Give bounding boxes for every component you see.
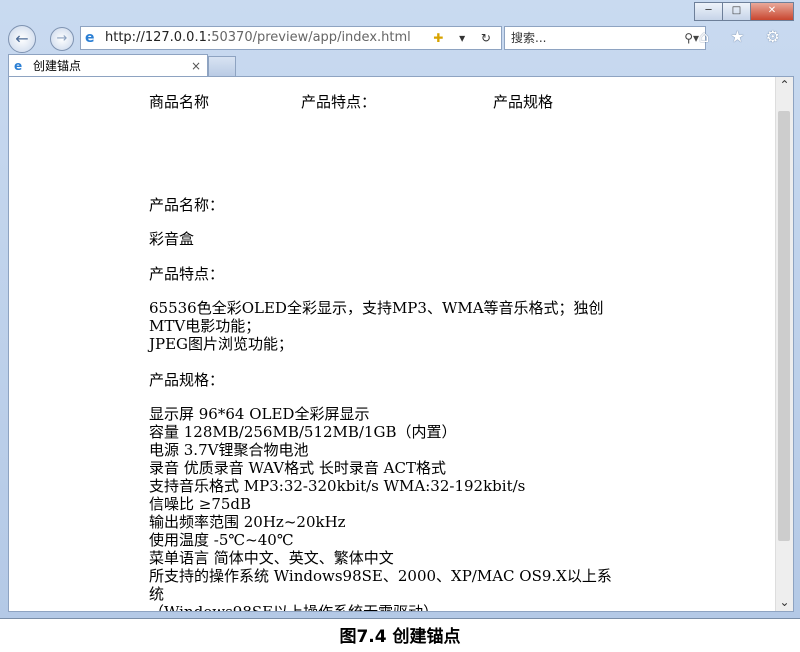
spec-line: 容量 128MB/256MB/512MB/1GB（内置） xyxy=(149,423,457,441)
tab-close-icon[interactable]: × xyxy=(191,55,201,77)
feature-line: 65536色全彩OLED全彩显示，支持MP3、WMA等音乐格式；独创 xyxy=(149,299,604,317)
spec-line: 所支持的操作系统 Windows98SE、2000、XP/MAC OS9.X以上… xyxy=(149,567,612,603)
tab-strip: e 创建锚点 × xyxy=(8,54,792,77)
anchor-link-feature[interactable]: 产品特点： xyxy=(301,91,376,112)
search-placeholder: 搜索... xyxy=(511,31,547,45)
tab-active[interactable]: e 创建锚点 × xyxy=(8,54,208,77)
page-viewport: 商品名称 产品特点： 产品规格 产品名称： 彩音盒 产品特点： 65536色全彩… xyxy=(8,76,794,612)
forward-button[interactable]: → xyxy=(50,27,74,51)
spec-line: 信噪比 ≥75dB xyxy=(149,495,252,513)
spec-line: 电源 3.7V锂聚合物电池 xyxy=(149,441,309,459)
scroll-up-icon[interactable]: ⌃ xyxy=(776,77,793,94)
toolbar-icons[interactable]: ⌂ ★ ⚙ xyxy=(699,27,788,46)
scrollbar-thumb[interactable] xyxy=(778,111,790,541)
add-favorite-icon[interactable]: ✚ xyxy=(433,31,449,45)
spec-heading: 产品规格： xyxy=(149,371,225,389)
refresh-icon[interactable]: ▾ ↻ xyxy=(459,31,497,45)
close-window-button[interactable]: ✕ xyxy=(750,2,794,21)
anchor-links: 商品名称 产品特点： 产品规格 xyxy=(149,91,749,111)
browser-window: ─ □ ✕ ← → e http://127.0.0.1:50370/previ… xyxy=(0,0,800,619)
minimize-button[interactable]: ─ xyxy=(694,2,723,21)
scroll-down-icon[interactable]: ⌄ xyxy=(776,594,793,611)
maximize-button[interactable]: □ xyxy=(722,2,751,21)
spec-line: 显示屏 96*64 OLED全彩屏显示 xyxy=(149,405,370,423)
spec-line: 菜单语言 简体中文、英文、繁体中文 xyxy=(149,549,394,567)
spec-line: 使用温度 -5℃~40℃ xyxy=(149,531,294,549)
anchor-link-spec[interactable]: 产品规格 xyxy=(493,91,553,112)
search-box[interactable]: 搜索... ⚲▾ xyxy=(504,26,706,50)
url-path: 50370/preview/app/index.html xyxy=(211,30,411,45)
spec-line: 输出频率范围 20Hz~20kHz xyxy=(149,513,346,531)
url-host: http://127.0.0.1: xyxy=(105,30,212,45)
back-arrow-icon: ← xyxy=(15,29,29,48)
feature-heading: 产品特点： xyxy=(149,265,225,283)
name-heading: 产品名称： xyxy=(149,196,225,214)
name-value: 彩音盒 xyxy=(149,230,195,248)
anchor-link-name[interactable]: 商品名称 xyxy=(149,91,209,112)
spec-list: 显示屏 96*64 OLED全彩屏显示 容量 128MB/256MB/512MB… xyxy=(149,405,619,612)
navigation-bar: ← → e http://127.0.0.1:50370/preview/app… xyxy=(8,22,792,54)
ie-tab-icon: e xyxy=(14,59,23,73)
new-tab-button[interactable] xyxy=(208,56,236,77)
spec-line: 支持音乐格式 MP3:32-320kbit/s WMA:32-192kbit/s xyxy=(149,477,526,495)
figure-caption: 图7.4 创建锚点 xyxy=(339,627,461,647)
back-button[interactable]: ← xyxy=(8,25,36,53)
url-text[interactable]: http://127.0.0.1:50370/preview/app/index… xyxy=(105,27,411,49)
spec-line: 录音 优质录音 WAV格式 长时录音 ACT格式 xyxy=(149,459,446,477)
address-actions[interactable]: ✚ ▾ ↻ xyxy=(433,27,497,49)
forward-arrow-icon: → xyxy=(56,31,68,46)
feature-text: 65536色全彩OLED全彩显示，支持MP3、WMA等音乐格式；独创 MTV电影… xyxy=(149,299,619,353)
feature-line: MTV电影功能； xyxy=(149,317,261,335)
feature-line: JPEG图片浏览功能； xyxy=(149,335,294,353)
ie-logo-icon: e xyxy=(85,30,95,46)
vertical-scrollbar[interactable]: ⌃ ⌄ xyxy=(775,77,793,611)
address-bar[interactable]: e http://127.0.0.1:50370/preview/app/ind… xyxy=(80,26,502,50)
spec-line: （Windows98SE以上操作系统无需驱动） xyxy=(149,603,439,612)
search-icon[interactable]: ⚲▾ xyxy=(684,27,699,49)
tab-label: 创建锚点 xyxy=(33,59,82,73)
window-controls: ─ □ ✕ xyxy=(694,2,794,21)
